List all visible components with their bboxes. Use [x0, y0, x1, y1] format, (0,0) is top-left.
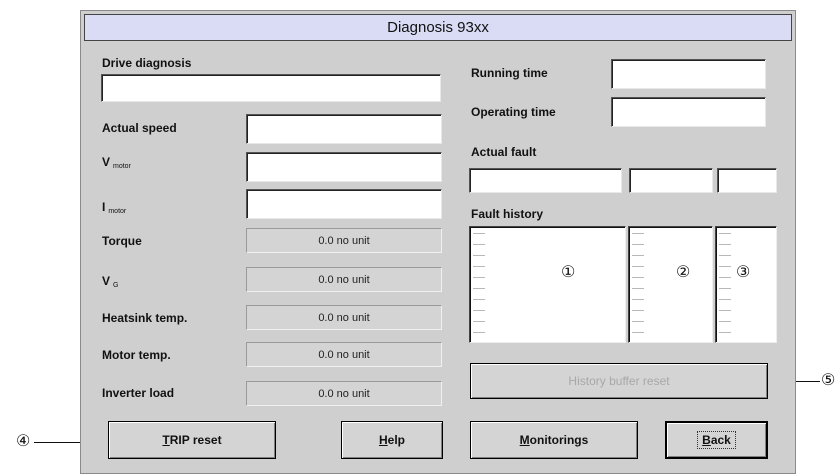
vg-value: 0.0 no unit [246, 267, 442, 292]
operating-time-field[interactable] [611, 97, 766, 127]
v-motor-field[interactable] [246, 152, 442, 182]
monitorings-button[interactable]: Monitorings [470, 421, 638, 459]
help-button[interactable]: Help [341, 421, 443, 459]
actual-fault-field-1[interactable] [469, 168, 622, 193]
back-button[interactable]: Back [665, 421, 768, 459]
operating-time-label: Operating time [471, 105, 556, 119]
list-3-ticks [719, 233, 731, 338]
motor-temp-value: 0.0 no unit [246, 342, 442, 367]
running-time-label: Running time [471, 66, 548, 80]
inverter-load-label: Inverter load [102, 386, 175, 400]
i-motor-field[interactable] [246, 189, 442, 219]
actual-fault-field-2[interactable] [629, 168, 713, 193]
vg-label: VG [102, 274, 119, 289]
drive-diagnosis-label: Drive diagnosis [102, 56, 192, 70]
drive-diagnosis-field[interactable] [101, 74, 441, 102]
list-3-marker: ③ [736, 264, 751, 281]
list-2-marker: ② [676, 264, 691, 281]
motor-temp-label: Motor temp. [102, 348, 171, 362]
running-time-field[interactable] [611, 59, 766, 89]
callout-4: ④ [16, 433, 31, 450]
actual-speed-field[interactable] [246, 114, 442, 144]
torque-value: 0.0 no unit [246, 228, 442, 253]
history-buffer-reset-button[interactable]: History buffer reset [470, 363, 768, 399]
heatsink-temp-label: Heatsink temp. [102, 311, 188, 325]
list-2-ticks [632, 233, 644, 338]
list-1-marker: ① [561, 264, 576, 281]
actual-speed-label: Actual speed [102, 121, 177, 135]
heatsink-temp-value: 0.0 no unit [246, 305, 442, 330]
callout-5: ⑤ [821, 372, 836, 389]
fault-history-list-2[interactable]: ② [628, 226, 713, 343]
i-motor-label: Imotor [102, 200, 127, 215]
fault-history-label: Fault history [471, 207, 544, 221]
fault-history-list-3[interactable]: ③ [715, 226, 777, 343]
actual-fault-label: Actual fault [471, 145, 537, 159]
diagnosis-dialog: Diagnosis 93xx Drive diagnosis Actual sp… [80, 10, 796, 474]
trip-reset-button[interactable]: TRIP reset [108, 421, 276, 459]
v-motor-label: Vmotor [102, 155, 131, 170]
torque-label: Torque [102, 234, 142, 248]
inverter-load-value: 0.0 no unit [246, 381, 442, 406]
actual-fault-field-3[interactable] [717, 168, 777, 193]
fault-history-list-1[interactable]: ① [469, 226, 626, 343]
title-bar[interactable]: Diagnosis 93xx [84, 14, 792, 41]
window-title: Diagnosis 93xx [387, 19, 489, 36]
list-1-ticks [473, 233, 485, 338]
